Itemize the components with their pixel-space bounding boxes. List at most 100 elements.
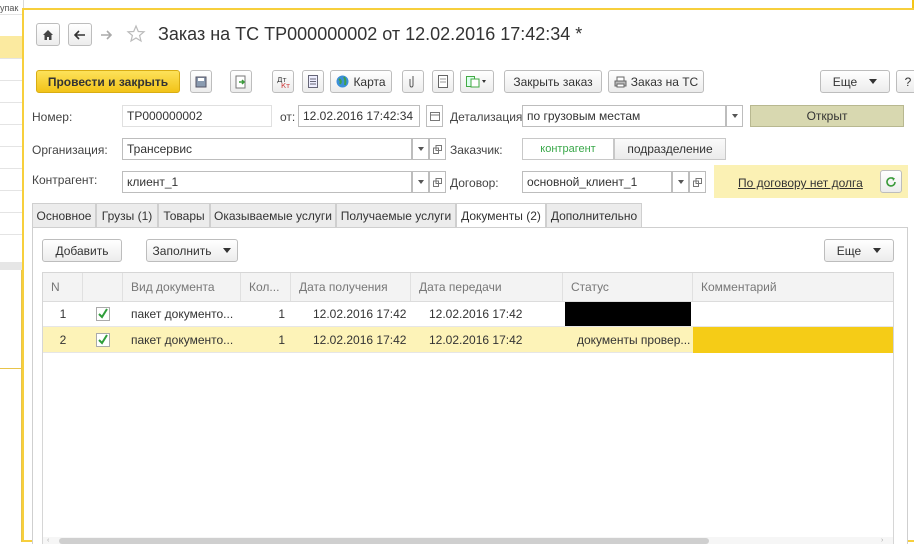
customer-option-contractor[interactable]: контрагент bbox=[522, 138, 614, 160]
row-transferred: 12.02.2016 17:42 bbox=[429, 333, 523, 347]
tab-cargo[interactable]: Грузы (1) bbox=[96, 203, 158, 227]
spelling-button[interactable]: Дт Кт bbox=[272, 70, 294, 93]
detail-dropdown-button[interactable] bbox=[726, 105, 743, 127]
date-field[interactable]: 12.02.2016 17:42:34 bbox=[298, 105, 420, 127]
contract-dropdown-button[interactable] bbox=[672, 171, 689, 193]
row-status-redacted bbox=[565, 302, 691, 326]
triangle-down-icon bbox=[869, 79, 878, 84]
background-selected-row bbox=[0, 36, 24, 58]
table-header: N Вид документа Кол... Дата получения Да… bbox=[43, 273, 893, 302]
row-number: 1 bbox=[59, 307, 67, 321]
scroll-thumb[interactable] bbox=[59, 538, 709, 544]
column-header-doc-type[interactable]: Вид документа bbox=[123, 273, 241, 301]
order-ts-label: Заказ на ТС bbox=[630, 74, 699, 89]
tab-documents[interactable]: Документы (2) bbox=[456, 203, 546, 228]
more-actions-button[interactable]: Еще bbox=[820, 70, 890, 93]
column-header-received[interactable]: Дата получения bbox=[291, 273, 411, 301]
list-document-icon bbox=[308, 75, 318, 88]
help-button[interactable]: ? bbox=[896, 70, 914, 93]
tab-provided-services[interactable]: Оказываемые услуги bbox=[210, 203, 336, 227]
organization-label: Организация: bbox=[32, 143, 108, 157]
order-ts-button[interactable]: Заказ на ТС bbox=[608, 70, 704, 93]
row-status: документы провер... bbox=[577, 333, 691, 347]
favorite-star-icon[interactable] bbox=[126, 24, 146, 44]
more-actions-label: Еще bbox=[832, 74, 858, 89]
column-header-status[interactable]: Статус bbox=[563, 273, 693, 301]
tab-received-services[interactable]: Получаемые услуги bbox=[336, 203, 456, 227]
contract-label: Договор: bbox=[450, 176, 499, 190]
fill-button[interactable]: Заполнить bbox=[146, 239, 238, 262]
number-field[interactable]: ТР000000002 bbox=[122, 105, 272, 127]
scroll-left-arrow[interactable]: ‹ bbox=[47, 537, 55, 544]
column-header-n[interactable]: N bbox=[43, 273, 83, 301]
attach-button[interactable] bbox=[402, 70, 424, 93]
map-button[interactable]: Карта bbox=[330, 70, 392, 93]
row-checkbox[interactable] bbox=[83, 301, 123, 327]
organization-dropdown-button[interactable] bbox=[412, 138, 429, 160]
contractor-open-button[interactable] bbox=[429, 171, 446, 193]
organization-field[interactable]: Трансервис bbox=[122, 138, 412, 160]
open-link-icon bbox=[693, 177, 702, 187]
contractor-label: Контрагент: bbox=[32, 173, 98, 187]
column-header-check[interactable] bbox=[83, 273, 123, 301]
row-received: 12.02.2016 17:42 bbox=[313, 307, 407, 321]
tab-main[interactable]: Основное bbox=[32, 203, 96, 227]
checkmark-icon bbox=[96, 307, 110, 321]
add-row-button[interactable]: Добавить bbox=[42, 239, 122, 262]
scroll-right-arrow[interactable]: › bbox=[881, 537, 889, 544]
post-and-close-button[interactable]: Провести и закрыть bbox=[36, 70, 180, 93]
paperclip-icon bbox=[409, 75, 417, 88]
post-and-close-label: Провести и закрыть bbox=[47, 74, 169, 89]
row-checkbox[interactable] bbox=[83, 327, 123, 353]
debt-status-link[interactable]: По договору нет долга bbox=[738, 176, 863, 190]
close-order-button[interactable]: Закрыть заказ bbox=[504, 70, 602, 93]
contractor-field[interactable]: клиент_1 bbox=[122, 171, 412, 193]
map-label: Карта bbox=[353, 74, 386, 89]
table-row[interactable]: 1 пакет документо... 1 12.02.2016 17:42 … bbox=[43, 301, 893, 327]
tab-additional[interactable]: Дополнительно bbox=[546, 203, 642, 227]
detail-select[interactable]: по грузовым местам bbox=[522, 105, 726, 127]
column-header-comment[interactable]: Комментарий bbox=[693, 273, 893, 301]
window-title: Заказ на ТС ТР000000002 от 12.02.2016 17… bbox=[158, 24, 583, 44]
back-button[interactable] bbox=[68, 23, 92, 46]
background-scrollbar[interactable] bbox=[0, 262, 24, 270]
tab-goods[interactable]: Товары bbox=[158, 203, 210, 227]
arrow-right-icon bbox=[100, 29, 112, 40]
horizontal-scrollbar[interactable]: ‹ › bbox=[43, 537, 893, 544]
column-header-transferred[interactable]: Дата передачи bbox=[411, 273, 563, 301]
row-qty: 1 bbox=[278, 307, 285, 321]
forward-button[interactable] bbox=[94, 23, 118, 46]
save-button[interactable] bbox=[190, 70, 212, 93]
document-icon bbox=[438, 75, 448, 88]
table-more-label: Еще bbox=[836, 243, 862, 258]
home-button[interactable] bbox=[36, 23, 60, 46]
contract-open-button[interactable] bbox=[689, 171, 706, 193]
table-more-button[interactable]: Еще bbox=[824, 239, 894, 262]
background-header-text: упак bbox=[0, 3, 19, 13]
contractor-dropdown-button[interactable] bbox=[412, 171, 429, 193]
customer-option-department[interactable]: подразделение bbox=[614, 138, 726, 160]
print-document-button[interactable] bbox=[432, 70, 454, 93]
chevron-down-icon bbox=[417, 180, 424, 184]
detail-label: Детализация: bbox=[450, 110, 526, 124]
report-button[interactable] bbox=[302, 70, 324, 93]
post-button[interactable] bbox=[230, 70, 252, 93]
close-order-label: Закрыть заказ bbox=[513, 74, 593, 89]
calendar-button[interactable] bbox=[426, 105, 443, 127]
globe-icon bbox=[336, 75, 349, 88]
arrow-left-icon bbox=[74, 29, 86, 40]
row-comment-active-cell[interactable] bbox=[693, 327, 893, 353]
printer-icon bbox=[614, 76, 627, 88]
triangle-down-icon bbox=[223, 248, 232, 253]
refresh-debt-button[interactable] bbox=[880, 170, 902, 193]
tab-provided-services-label: Оказываемые услуги bbox=[214, 208, 332, 223]
contract-field[interactable]: основной_клиент_1 bbox=[522, 171, 672, 193]
fill-label: Заполнить bbox=[152, 243, 212, 258]
tab-cargo-label: Грузы (1) bbox=[101, 208, 153, 223]
organization-open-button[interactable] bbox=[429, 138, 446, 160]
column-header-qty[interactable]: Кол... bbox=[241, 273, 291, 301]
create-based-on-button[interactable] bbox=[460, 70, 494, 93]
open-link-icon bbox=[433, 144, 442, 154]
number-label: Номер: bbox=[32, 110, 73, 124]
table-row-selected[interactable]: 2 пакет документо... 1 12.02.2016 17:42 … bbox=[43, 327, 893, 353]
